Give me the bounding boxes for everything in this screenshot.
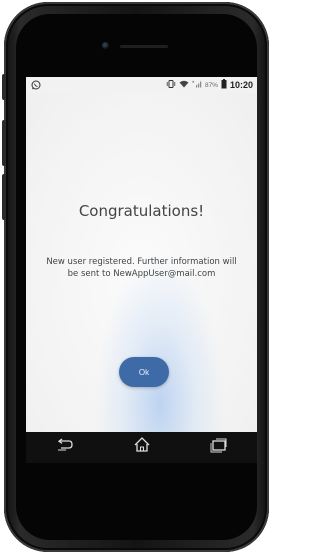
earpiece-speaker: [120, 45, 168, 48]
whatsapp-icon: [31, 80, 41, 90]
back-icon: [56, 438, 74, 457]
wifi-icon: [179, 80, 189, 90]
back-button[interactable]: [50, 436, 80, 460]
navigation-bar: [26, 432, 257, 463]
front-camera: [102, 42, 109, 49]
status-time: 10:20: [229, 80, 253, 90]
volume-down-button: [2, 120, 6, 166]
battery-icon: [221, 79, 227, 91]
dialog-content: Congratulations! New user registered. Fu…: [26, 93, 257, 463]
status-bar: 87% 10:20: [26, 77, 257, 93]
recents-button[interactable]: [204, 436, 234, 460]
dialog-message: New user registered. Further information…: [46, 257, 237, 279]
volume-up-button: [2, 74, 6, 100]
home-button[interactable]: [127, 436, 157, 460]
home-icon: [133, 436, 151, 459]
dialog-title: Congratulations!: [78, 202, 205, 220]
vibrate-icon: [166, 80, 176, 90]
recents-icon: [210, 437, 228, 458]
phone-screen: 87% 10:20 Congratulations! New user regi…: [26, 77, 257, 463]
ok-button[interactable]: Ok: [119, 357, 169, 387]
battery-percent: 87%: [204, 81, 218, 89]
power-button: [2, 174, 6, 220]
signal-icon: [192, 80, 202, 90]
